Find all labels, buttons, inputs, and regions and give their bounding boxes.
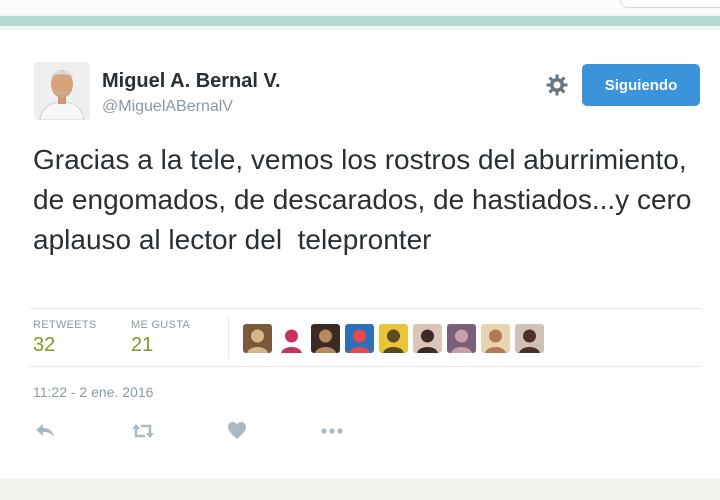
liked-by-avatar[interactable]: [311, 324, 340, 353]
liked-by-avatar[interactable]: [447, 324, 476, 353]
page-bottom-band: [0, 478, 720, 500]
likes-label[interactable]: ME GUSTA: [131, 319, 190, 331]
retweets-count[interactable]: 32: [33, 334, 55, 357]
more-icon[interactable]: [319, 420, 343, 442]
retweets-label[interactable]: RETWEETS: [33, 319, 97, 331]
avatar[interactable]: [34, 62, 90, 120]
liked-by-avatar[interactable]: [379, 324, 408, 353]
liked-by-avatar[interactable]: [413, 324, 442, 353]
liked-by-avatar[interactable]: [345, 324, 374, 353]
browser-top-band: [0, 0, 720, 30]
heart-icon[interactable]: [225, 420, 249, 442]
stats-bottom-divider: [30, 366, 700, 367]
author-handle[interactable]: @MiguelABernalV: [102, 98, 233, 116]
liked-by-avatar[interactable]: [243, 324, 272, 353]
header-accent-line: [0, 16, 720, 26]
top-strip: [0, 0, 720, 14]
author-name[interactable]: Miguel A. Bernal V.: [102, 70, 281, 93]
liked-by-avatars: [243, 324, 544, 353]
tweet-text: Gracias a la tele, vemos los rostros del…: [33, 144, 692, 255]
search-pill[interactable]: [620, 0, 720, 8]
gear-icon[interactable]: [545, 73, 569, 97]
likes-count[interactable]: 21: [131, 334, 153, 357]
liked-by-avatar[interactable]: [277, 324, 306, 353]
stats-top-divider: [30, 308, 700, 309]
liked-by-avatar[interactable]: [481, 324, 510, 353]
retweet-icon[interactable]: [131, 420, 155, 442]
profile-photo-icon: [34, 62, 90, 120]
stats-separator: [228, 318, 229, 358]
reply-icon[interactable]: [33, 420, 57, 442]
tweet-timestamp[interactable]: 11:22 - 2 ene. 2016: [33, 384, 153, 400]
following-button[interactable]: Siguiendo: [582, 64, 700, 106]
liked-by-avatar[interactable]: [515, 324, 544, 353]
